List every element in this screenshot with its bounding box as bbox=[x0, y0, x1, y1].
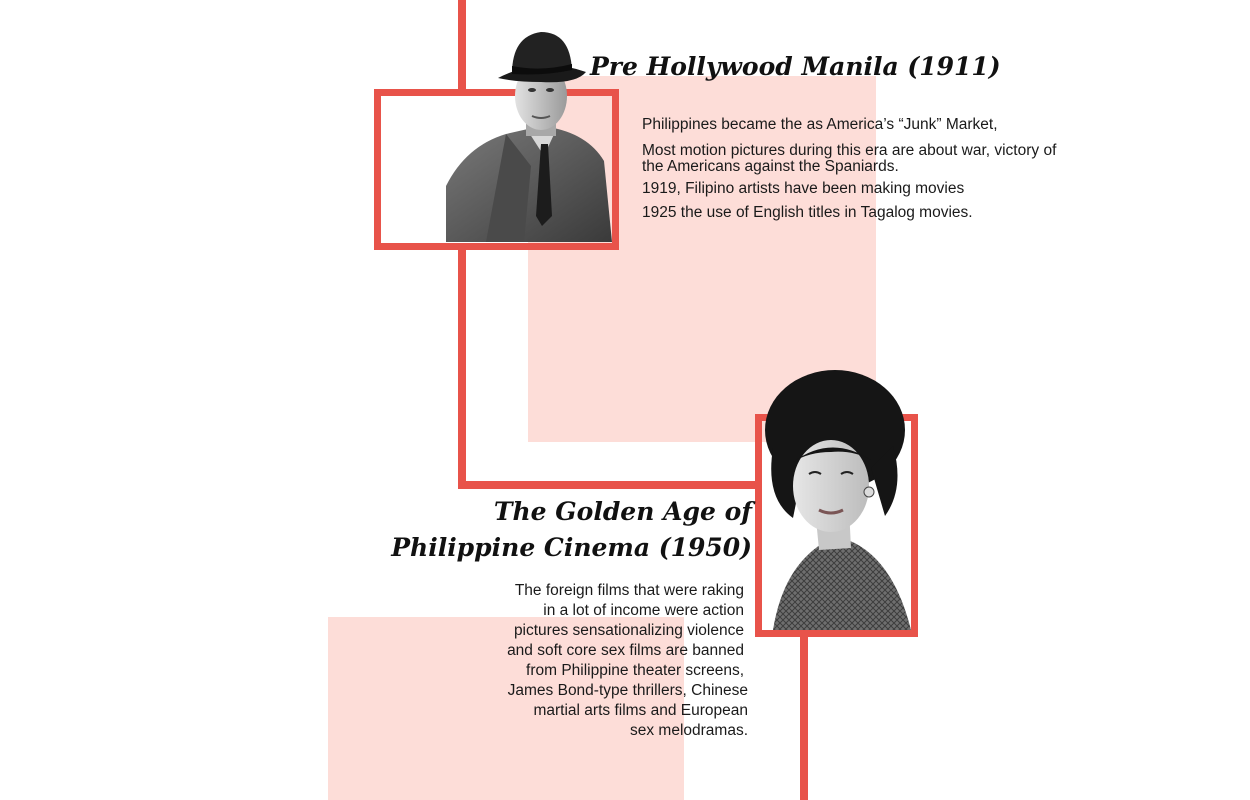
section1-title: Pre Hollywood Manila (1911) bbox=[590, 52, 1001, 81]
section1-paragraph-4: 1925 the use of English titles in Tagalo… bbox=[642, 204, 973, 221]
section2-line-1: The foreign films that were raking bbox=[514, 582, 744, 599]
section1-body: Philippines became the as America’s “Jun… bbox=[642, 115, 1082, 223]
section2-line-5: from Philippine theater screens, bbox=[526, 662, 744, 679]
section2-line-6: James Bond-type thrillers, Chinese bbox=[507, 682, 748, 699]
section2-title-block: The Golden Age of Philippine Cinema (195… bbox=[391, 494, 752, 566]
section1-paragraph-3: 1919, Filipino artists have been making … bbox=[642, 180, 965, 197]
photo-woman-bouffant bbox=[753, 368, 911, 630]
section2-line-2: in a lot of income were action bbox=[543, 602, 744, 619]
section2-title-line2: Philippine Cinema (1950) bbox=[391, 533, 752, 562]
section2-title-line1: The Golden Age of bbox=[493, 497, 752, 526]
red-line-horizontal bbox=[458, 481, 758, 489]
section2-line-4: and soft core sex films are banned bbox=[507, 642, 744, 659]
section2-line-3: pictures sensationalizing violence bbox=[513, 622, 744, 639]
section1-paragraph-2: Most motion pictures during this era are… bbox=[642, 142, 1057, 175]
section2-body: The foreign films that were raking in a … bbox=[428, 581, 748, 741]
photo-man-in-fedora bbox=[446, 26, 612, 242]
section2-line-7: martial arts films and European bbox=[533, 702, 748, 719]
section1-paragraph-1: Philippines became the as America’s “Jun… bbox=[642, 116, 998, 133]
red-line-vertical bbox=[458, 244, 466, 489]
red-line-bottom bbox=[800, 632, 808, 800]
section2-line-8: sex melodramas. bbox=[629, 722, 748, 739]
